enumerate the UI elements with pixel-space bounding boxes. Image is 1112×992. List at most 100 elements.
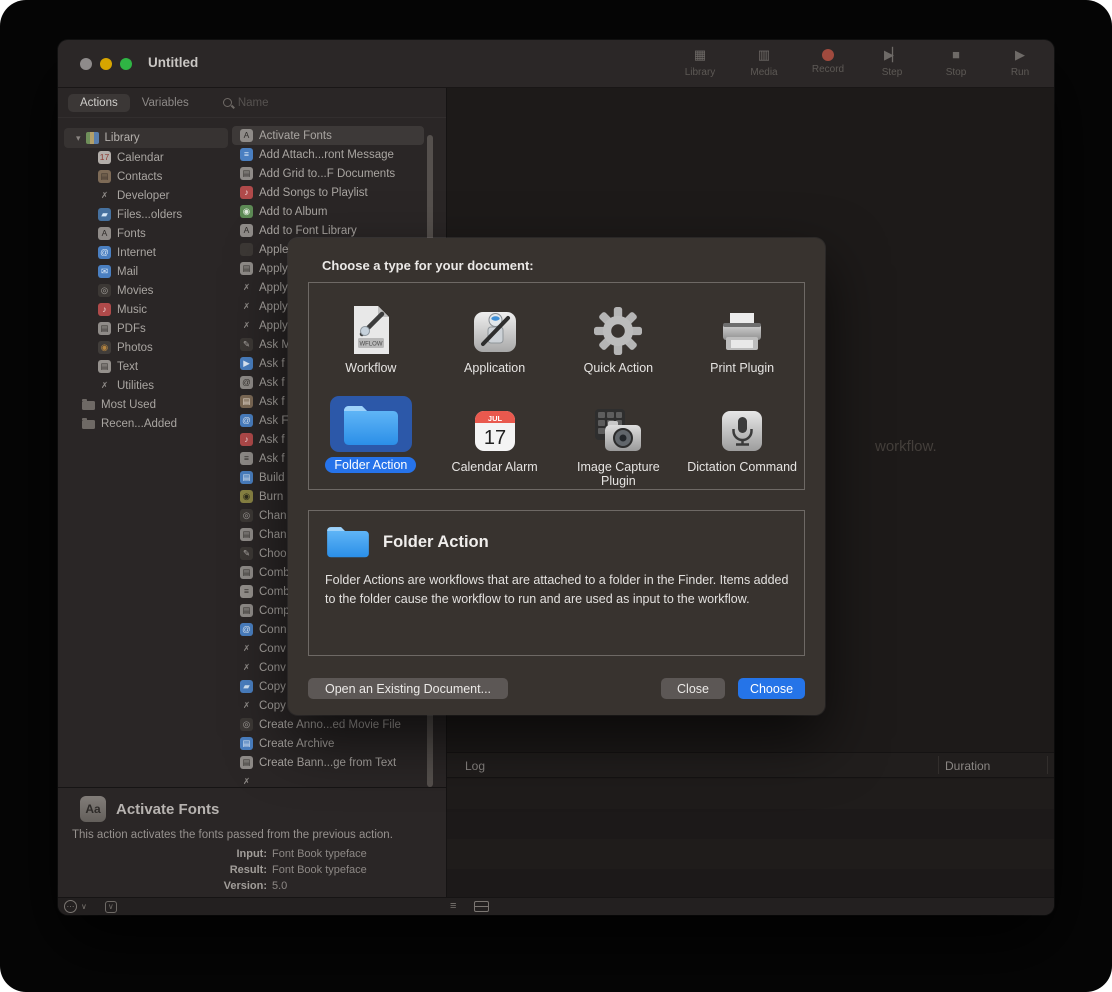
svg-text:17: 17 <box>484 427 506 449</box>
run-icon <box>1015 46 1025 64</box>
sidebar-category-item[interactable]: ◉ Photos <box>58 338 232 357</box>
action-label: Chan <box>259 529 287 541</box>
category-sidebar: ▾ Library 17 Calendar ▤ <box>58 118 232 787</box>
chevron-down-icon[interactable]: ∨ <box>81 902 87 911</box>
type-info-title: Folder Action <box>383 533 489 552</box>
action-icon: ▤ <box>240 756 253 769</box>
log-view-toggle-icon[interactable]: ≡ <box>450 900 456 913</box>
category-label: Music <box>117 304 147 316</box>
sidebar-category-item[interactable]: ♪ Music <box>58 300 232 319</box>
sidebar-category-item[interactable]: ✗ Developer <box>58 186 232 205</box>
action-list-item[interactable]: ▤ Create Bann...ge from Text <box>232 753 424 772</box>
action-list-item[interactable]: ▤ Create Archive <box>232 734 424 753</box>
minimize-window-button[interactable] <box>100 58 112 70</box>
action-icon: ▶ <box>240 357 253 370</box>
zoom-window-button[interactable] <box>120 58 132 70</box>
tab-variables[interactable]: Variables <box>130 94 201 112</box>
sidebar-category-item[interactable]: ▤ Contacts <box>58 167 232 186</box>
tab-actions[interactable]: Actions <box>68 94 130 112</box>
doctype-label: Folder Action <box>316 458 426 473</box>
screenshot-matte: Untitled Library Media Record <box>0 0 1112 992</box>
action-list-item[interactable]: ◎ Create Anno...ed Movie File <box>232 715 424 734</box>
svg-text:JUL: JUL <box>488 414 503 423</box>
close-window-button[interactable] <box>80 58 92 70</box>
close-button[interactable]: Close <box>661 678 725 699</box>
action-icon: ▤ <box>240 471 253 484</box>
sidebar-category-item[interactable]: ▰ Files...olders <box>58 205 232 224</box>
toolbar-button[interactable]: Media <box>742 46 786 78</box>
category-label: Calendar <box>117 152 164 164</box>
action-icon: ▤ <box>240 528 253 541</box>
category-label: Photos <box>117 342 153 354</box>
action-label: Add Grid to...F Documents <box>259 168 395 180</box>
toolbar-button[interactable]: Step <box>870 46 914 78</box>
action-label: Chan <box>259 510 287 522</box>
svg-text:WFLOW: WFLOW <box>359 342 382 348</box>
record-icon <box>822 49 834 61</box>
sidebar-category-item[interactable]: 17 Calendar <box>58 148 232 167</box>
panel-view-toggle-icon[interactable] <box>474 901 489 912</box>
sidebar-category-item[interactable]: ✉ Mail <box>58 262 232 281</box>
activate-fonts-icon: Aa <box>80 796 106 822</box>
action-icon: ▰ <box>240 680 253 693</box>
step-icon <box>884 46 900 64</box>
category-label: Utilities <box>117 380 154 392</box>
toolbar-button[interactable]: Library <box>678 46 722 78</box>
detail-field-row: Input: Font Book typeface <box>72 846 432 862</box>
utilities-icon: ✗ <box>98 379 111 392</box>
sidebar-smart-group[interactable]: Most Used <box>58 395 232 414</box>
toolbar-button[interactable]: Record <box>806 46 850 78</box>
action-icon: ▤ <box>240 604 253 617</box>
search-input[interactable]: Name <box>223 97 269 109</box>
action-list-item[interactable]: A Activate Fonts <box>232 126 424 145</box>
smart-group-label: Recen...Added <box>101 418 177 430</box>
action-icon: @ <box>240 376 253 389</box>
action-list-item[interactable]: ◉ Add to Album <box>232 202 424 221</box>
sidebar-category-item[interactable]: @ Internet <box>58 243 232 262</box>
action-icon <box>240 243 253 256</box>
toolbar-button[interactable]: Stop <box>934 46 978 78</box>
open-existing-document-button[interactable]: Open an Existing Document... <box>308 678 508 699</box>
action-icon: ✗ <box>240 642 253 655</box>
sidebar-category-item[interactable]: ▤ Text <box>58 357 232 376</box>
doctype-print-plugin[interactable]: Print Plugin <box>680 283 804 382</box>
sidebar-category-item[interactable]: A Fonts <box>58 224 232 243</box>
workflow-icon: WFLOW <box>351 305 391 355</box>
action-label: Create Archive <box>259 738 334 750</box>
sidebar-category-item[interactable]: ◎ Movies <box>58 281 232 300</box>
action-list-item[interactable]: ♪ Add Songs to Playlist <box>232 183 424 202</box>
application-icon <box>472 307 518 355</box>
doctype-application[interactable]: Application <box>433 283 557 382</box>
files-folders-icon: ▰ <box>98 208 111 221</box>
category-label: Movies <box>117 285 153 297</box>
doctype-image-capture-plugin[interactable]: Image Capture Plugin <box>557 382 681 490</box>
action-icon: ≡ <box>240 148 253 161</box>
action-menu-icon[interactable]: ⋯ <box>64 900 77 913</box>
category-label: Mail <box>117 266 138 278</box>
library-books-icon <box>86 132 99 144</box>
workflow-select-icon[interactable]: ∨ <box>105 901 117 913</box>
doctype-workflow[interactable]: WFLOW Workflow <box>309 283 433 382</box>
chevron-down-icon[interactable]: ▾ <box>76 133 81 144</box>
sidebar-item-library[interactable]: ▾ Library <box>64 128 228 148</box>
action-list-item[interactable]: ▤ Add Grid to...F Documents <box>232 164 424 183</box>
sidebar-category-item[interactable]: ✗ Utilities <box>58 376 232 395</box>
doctype-folder-action[interactable]: Folder Action <box>309 382 433 490</box>
sidebar-category-item[interactable]: ▤ PDFs <box>58 319 232 338</box>
sidebar-smart-group[interactable]: Recen...Added <box>58 414 232 433</box>
toolbar-button[interactable]: Run <box>998 46 1042 78</box>
action-list-item[interactable]: ≡ Add Attach...ront Message <box>232 145 424 164</box>
doctype-dictation-command[interactable]: Dictation Command <box>680 382 804 490</box>
choose-button[interactable]: Choose <box>738 678 805 699</box>
action-list-item[interactable]: ✗ <box>232 772 424 787</box>
doctype-quick-action[interactable]: Quick Action <box>557 283 681 382</box>
action-label: Ask M <box>259 339 291 351</box>
column-separator[interactable] <box>938 756 939 774</box>
detail-fields: Input: Font Book typeface Result: Font B… <box>72 846 432 894</box>
category-label: PDFs <box>117 323 146 335</box>
doctype-calendar-alarm[interactable]: JUL 17 Calendar Alarm <box>433 382 557 490</box>
action-label: Apple <box>259 244 288 256</box>
action-label: Comp <box>259 605 290 617</box>
action-label: Choo <box>259 548 287 560</box>
column-separator[interactable] <box>1047 756 1048 774</box>
